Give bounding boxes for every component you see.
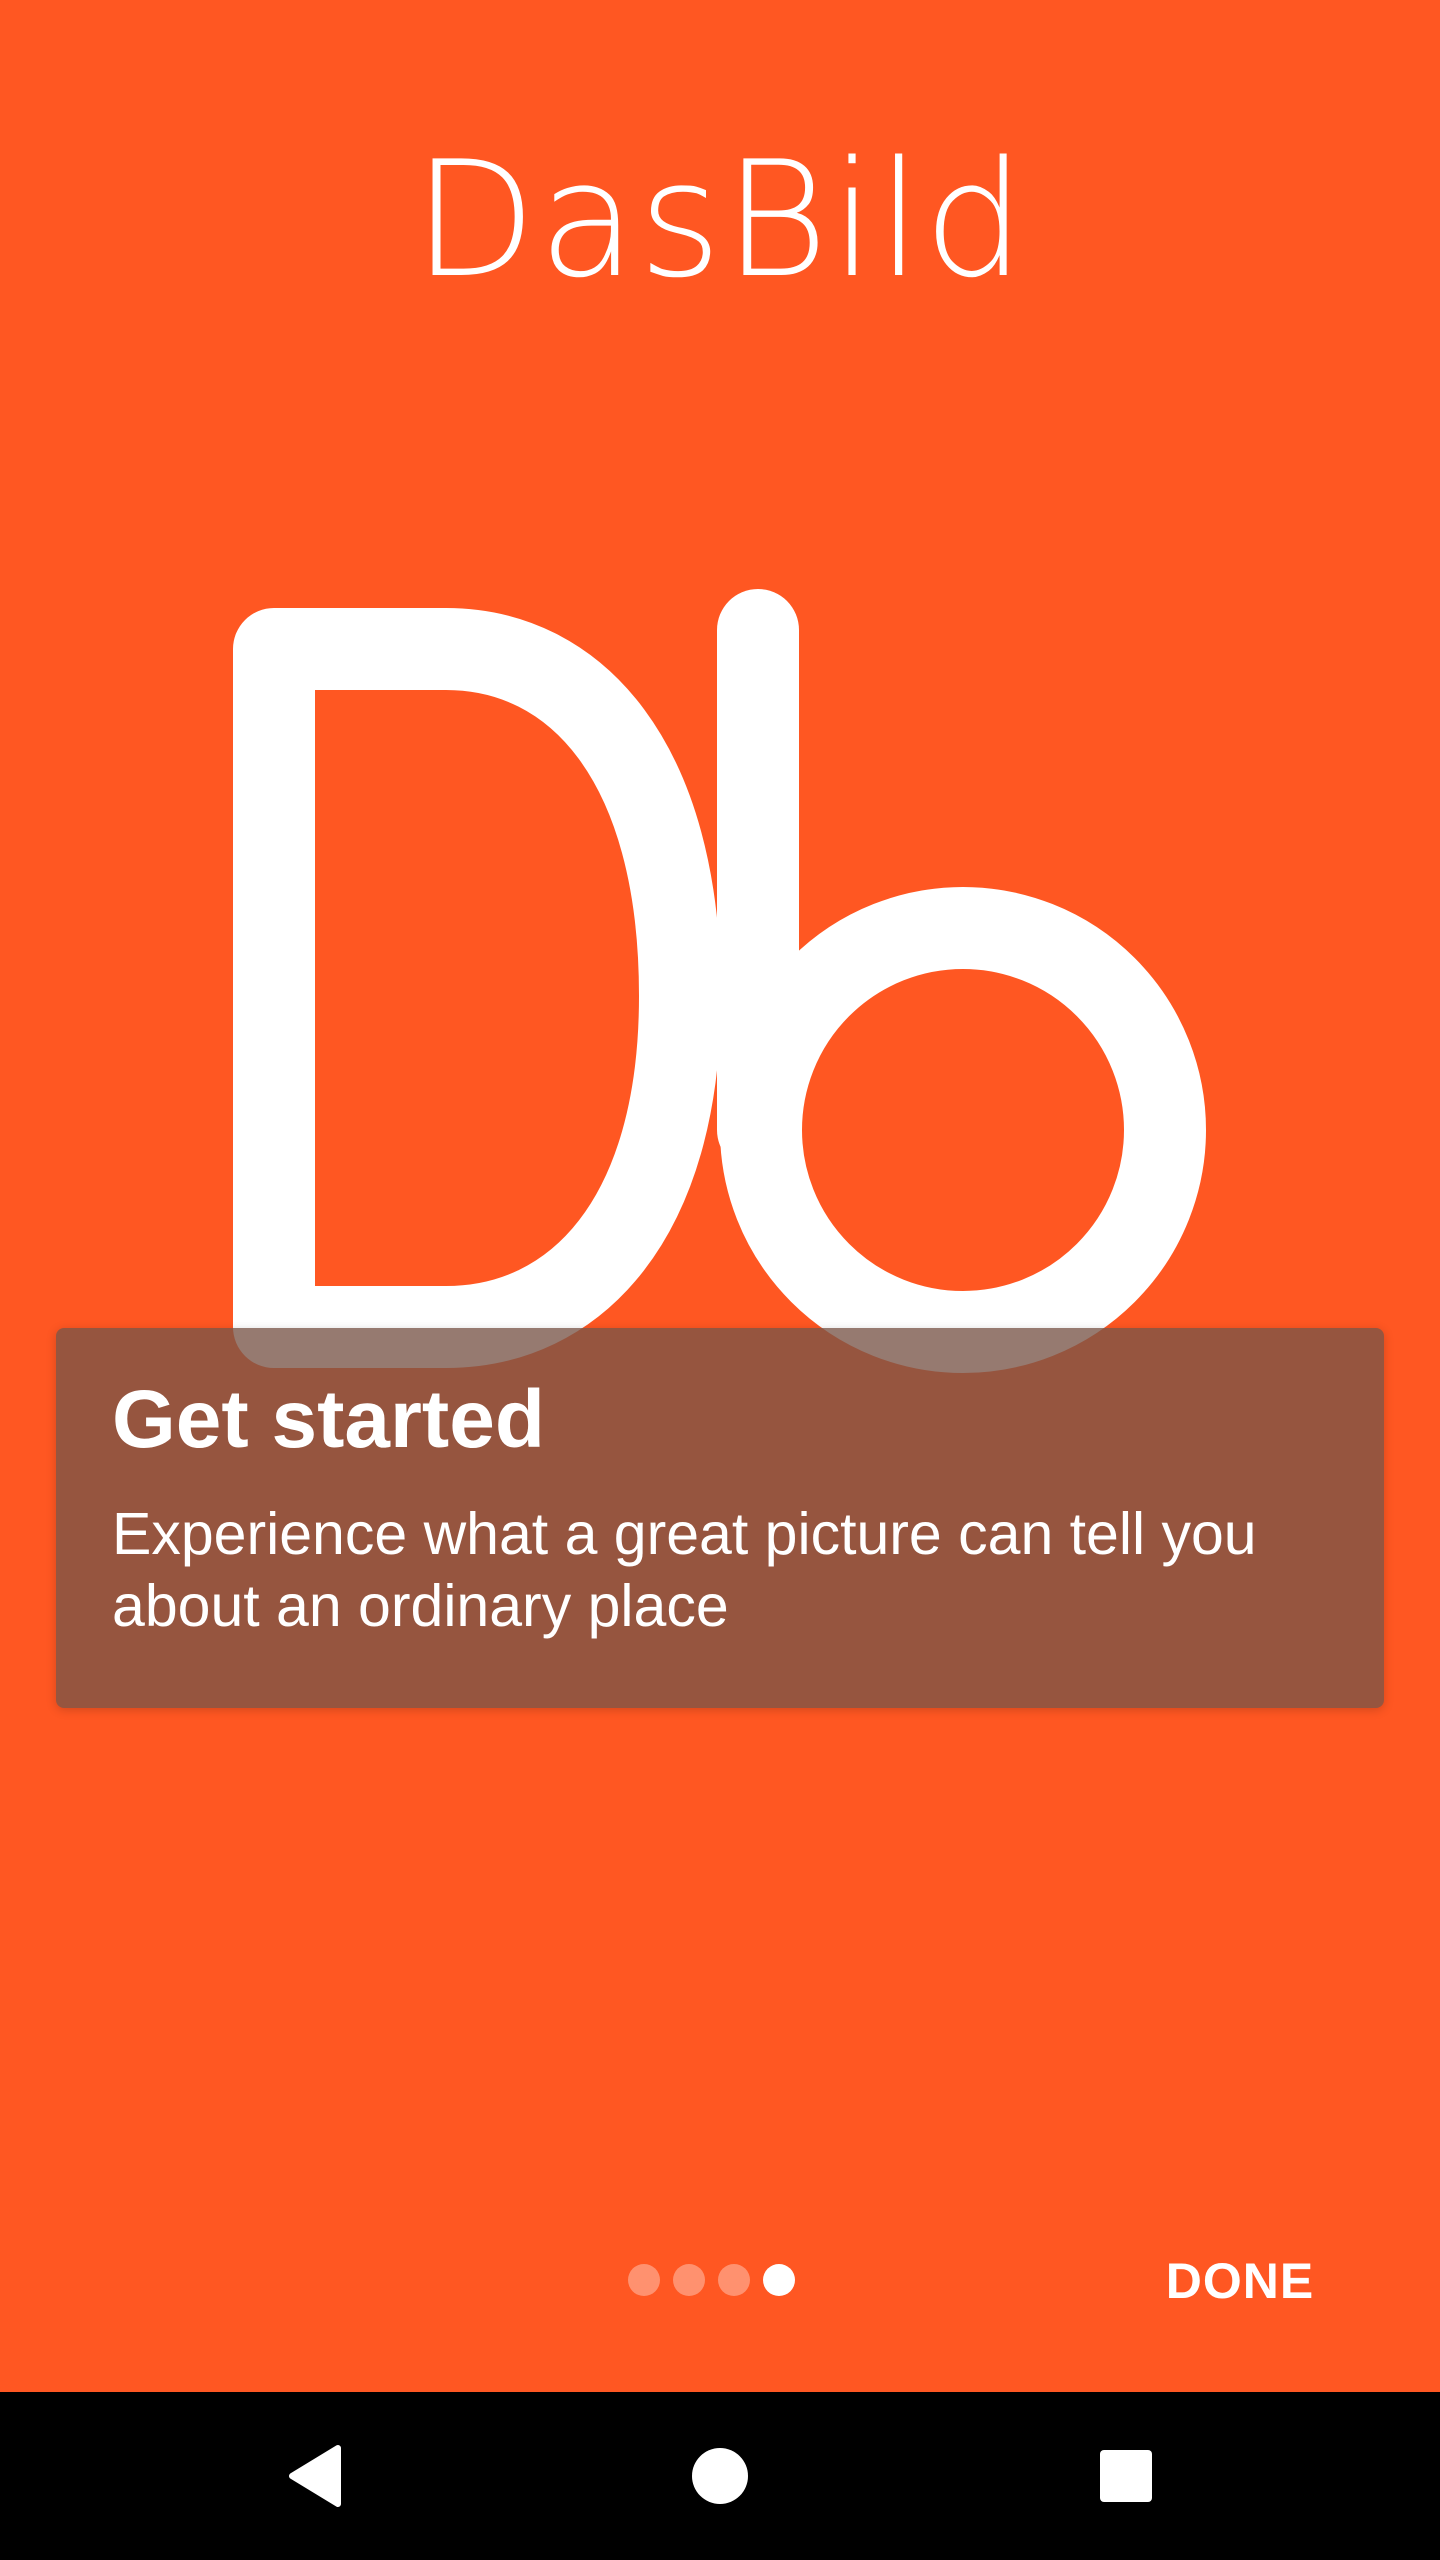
page-indicator bbox=[628, 2264, 795, 2296]
back-triangle-icon bbox=[289, 2445, 341, 2507]
page-dot-2[interactable] bbox=[673, 2264, 705, 2296]
nav-home-button[interactable] bbox=[660, 2416, 780, 2536]
page-dot-4-active[interactable] bbox=[763, 2264, 795, 2296]
home-circle-icon bbox=[692, 2448, 748, 2504]
intro-screen: DasBild Get started Experience what a gr… bbox=[0, 0, 1440, 2392]
nav-recents-button[interactable] bbox=[1066, 2416, 1186, 2536]
nav-back-button[interactable] bbox=[256, 2416, 376, 2536]
card-description: Experience what a great picture can tell… bbox=[112, 1501, 1257, 1639]
recents-square-icon bbox=[1100, 2450, 1152, 2502]
intro-card: Get started Experience what a great pict… bbox=[56, 1328, 1384, 1708]
app-title: DasBild bbox=[413, 126, 1027, 313]
dasbild-logo-icon bbox=[233, 589, 1206, 1373]
page-dot-3[interactable] bbox=[718, 2264, 750, 2296]
done-button[interactable]: DONE bbox=[1120, 2238, 1360, 2324]
system-navigation-bar bbox=[0, 2392, 1440, 2560]
card-title: Get started bbox=[112, 1374, 545, 1465]
page-dot-1[interactable] bbox=[628, 2264, 660, 2296]
